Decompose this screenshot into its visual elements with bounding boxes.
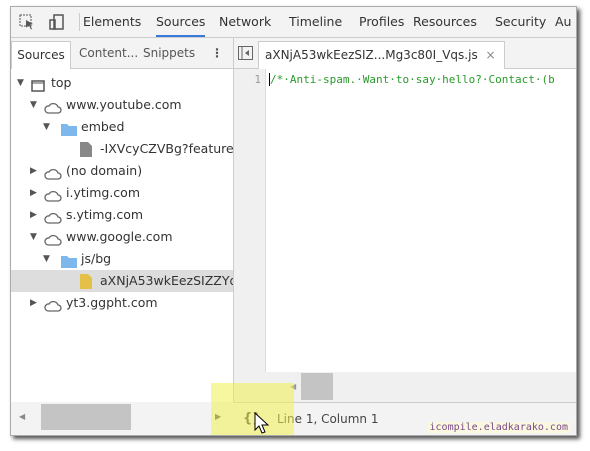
cloud-icon: [44, 231, 62, 248]
expand-down-icon[interactable]: ▼: [17, 72, 24, 94]
expand-right-icon[interactable]: ▶: [30, 182, 37, 204]
tab-security[interactable]: Security: [495, 7, 546, 37]
tree-item[interactable]: ▼ www.google.com: [11, 226, 233, 248]
navigator-tab-sources[interactable]: Sources: [11, 41, 71, 69]
expand-down-icon[interactable]: ▼: [43, 116, 50, 138]
code-line[interactable]: /*·Anti-spam.·Want·to·say·hello?·Contact…: [269, 73, 555, 86]
tree-item[interactable]: aXNjA53wkEezSIZZYd1py: [11, 270, 233, 292]
devtools-window: Elements Sources Network Timeline Profiles Re…: [10, 6, 577, 436]
tree-item[interactable]: ▶ yt3.ggpht.com: [11, 292, 233, 314]
cloud-icon: [44, 209, 62, 226]
tree-item[interactable]: ▼ embed: [11, 116, 233, 138]
code-text: /*·Anti-spam.·Want·to·say·hello?·Contact…: [270, 73, 555, 86]
tree-item-label: -IXVcyCZVBg?feature=oe: [100, 141, 233, 156]
device-mode-icon[interactable]: [49, 14, 65, 30]
tab-timeline[interactable]: Timeline: [289, 7, 342, 37]
tab-au[interactable]: Au: [555, 7, 571, 37]
toggle-navigator-icon[interactable]: [238, 46, 253, 60]
tree-item-label: www.youtube.com: [66, 97, 182, 112]
tree-item-label: js/bg: [81, 251, 112, 266]
navigator-horizontal-scrollbar[interactable]: ◀ ▶: [11, 402, 233, 435]
cloud-icon: [44, 297, 62, 314]
tab-resources[interactable]: Resources: [413, 7, 477, 37]
tree-item[interactable]: ▶ s.ytimg.com: [11, 204, 233, 226]
navigator-tab-content-scripts[interactable]: Content...: [79, 38, 138, 68]
tab-profiles[interactable]: Profiles: [359, 7, 404, 37]
tree-item-label: i.ytimg.com: [66, 185, 140, 200]
navigator-tab-snippets[interactable]: Snippets: [143, 38, 195, 68]
tree-item-label: www.google.com: [66, 229, 173, 244]
line-gutter: 1: [234, 69, 266, 372]
folder-icon: [61, 121, 77, 138]
expand-right-icon[interactable]: ▶: [30, 204, 37, 226]
tree-item[interactable]: ▶ (no domain): [11, 160, 233, 182]
tree-item-label: aXNjA53wkEezSIZZYd1py: [100, 273, 233, 288]
kebab-icon[interactable]: ⋮: [211, 38, 223, 68]
highlight-overlay: [211, 383, 294, 435]
tree-item-label: top: [51, 75, 72, 90]
tab-elements[interactable]: Elements: [83, 7, 141, 37]
inspect-element-icon[interactable]: [19, 14, 35, 30]
editor-tab[interactable]: aXNjA53wkEezSIZ...Mg3c80I_Vqs.js ×: [258, 41, 505, 69]
tree-item-label: (no domain): [66, 163, 143, 178]
frame-icon: [31, 77, 45, 94]
tree-item[interactable]: ▼ www.youtube.com: [11, 94, 233, 116]
mouse-cursor-icon: [254, 412, 270, 434]
tree-item[interactable]: ▼ js/bg: [11, 248, 233, 270]
expand-down-icon[interactable]: ▼: [30, 94, 37, 116]
tab-network[interactable]: Network: [219, 7, 271, 37]
main-toolbar: Elements Sources Network Timeline Profiles Re…: [11, 7, 576, 38]
tree-item[interactable]: ▶ i.ytimg.com: [11, 182, 233, 204]
editor-tab-label: aXNjA53wkEezSIZ...Mg3c80I_Vqs.js: [265, 48, 478, 62]
jsfile-icon: [80, 274, 92, 292]
tab-sources[interactable]: Sources: [156, 7, 206, 37]
expand-down-icon[interactable]: ▼: [43, 248, 50, 270]
cloud-icon: [44, 187, 62, 204]
line-number: 1: [254, 73, 261, 86]
watermark: icompile.eladkarako.com: [427, 422, 570, 433]
tree-item-label: embed: [81, 119, 125, 134]
cloud-icon: [44, 165, 62, 182]
scrollbar-thumb[interactable]: [41, 404, 131, 430]
secondary-toolbar: Sources Content... Snippets ⋮ aXNjA53wkE…: [11, 38, 576, 69]
close-icon[interactable]: ×: [486, 48, 496, 62]
tree-item[interactable]: -IXVcyCZVBg?feature=oe: [11, 138, 233, 160]
file-icon: [80, 142, 92, 160]
expand-down-icon[interactable]: ▼: [30, 226, 37, 248]
expand-right-icon[interactable]: ▶: [30, 292, 37, 314]
file-navigator: ▼ top ▼ www.youtube.com ▼ embed -IXVcyCZVBg?fe…: [11, 69, 234, 402]
tree-item-label: yt3.ggpht.com: [66, 295, 158, 310]
tree-item-label: s.ytimg.com: [66, 207, 144, 222]
expand-right-icon[interactable]: ▶: [30, 160, 37, 182]
scrollbar-thumb[interactable]: [301, 373, 333, 400]
folder-icon: [61, 253, 77, 270]
cloud-icon: [44, 99, 62, 116]
tree-item[interactable]: ▼ top: [11, 72, 233, 94]
